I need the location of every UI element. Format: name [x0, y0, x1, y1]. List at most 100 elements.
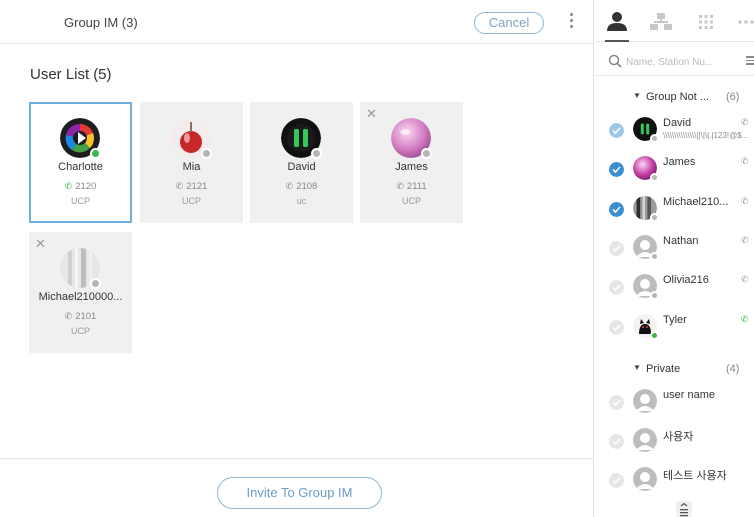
contact-name: David: [663, 117, 692, 129]
phone-icon[interactable]: ✆: [741, 156, 749, 167]
contact-name: user name: [663, 389, 715, 401]
contacts-panel: ▼ Group Not ... (6) David \\\\\\\\\\\\\\…: [595, 0, 754, 517]
user-card-ext-value: 2108: [296, 181, 318, 192]
close-icon[interactable]: ✕: [35, 237, 46, 250]
contacts-tabs: [595, 0, 754, 42]
user-card-mia[interactable]: Mia ✆ 2121 UCP: [140, 102, 243, 223]
user-card-ext: ✆ 2121: [140, 181, 243, 192]
contact-row-james[interactable]: James ✆: [595, 153, 754, 187]
contact-row-nathan[interactable]: Nathan ✆: [595, 232, 754, 266]
status-online-dot: [650, 331, 659, 340]
contact-row-olivia[interactable]: Olivia216 ✆: [595, 271, 754, 305]
contact-row-tyler[interactable]: Tyler ✆: [595, 311, 754, 345]
user-card-name: David: [287, 161, 316, 173]
phone-icon[interactable]: ✆: [741, 274, 749, 285]
user-card-type: UCP: [181, 196, 201, 206]
status-offline-dot: [311, 148, 322, 159]
user-card-james[interactable]: ✕ James ✆ 2111 UCP: [360, 102, 463, 223]
contact-row-david[interactable]: David \\\\\\\\\\\\\\\[|\|\|.|123!@$... ✆: [595, 114, 754, 148]
status-online-dot: [90, 148, 101, 159]
checkbox-unchecked[interactable]: [609, 395, 624, 410]
checkbox-unchecked[interactable]: [609, 434, 624, 449]
user-list-title: User List (5): [30, 66, 112, 83]
contact-name: Michael210...: [663, 196, 729, 208]
user-card-ext: ✆ 2111: [360, 181, 463, 192]
checkbox-unchecked[interactable]: [609, 320, 624, 335]
phone-icon[interactable]: ✆: [741, 117, 749, 128]
chevron-down-icon: ▼: [633, 363, 641, 372]
search-icon: [608, 54, 622, 68]
user-card-type: UCP: [401, 196, 421, 206]
checkbox-unchecked[interactable]: [609, 473, 624, 488]
search-input[interactable]: [626, 53, 730, 71]
chevron-down-icon: ▼: [633, 91, 641, 100]
user-card-michael[interactable]: ✕ Michael210000... ✆ 2101 UCP: [29, 232, 132, 353]
checkbox-checked-light[interactable]: [609, 123, 624, 138]
contacts-search: [595, 50, 754, 76]
grid-tab-icon: [699, 15, 713, 29]
user-tab-icon: [607, 12, 627, 31]
contact-row-michael[interactable]: Michael210... ✆: [595, 193, 754, 227]
phone-icon: ✆: [64, 181, 73, 191]
phone-icon: ✆: [396, 181, 404, 191]
org-tab-icon: [650, 13, 672, 30]
contact-name: Nathan: [663, 235, 699, 247]
contact-row-user-name[interactable]: user name: [595, 386, 754, 420]
cancel-button[interactable]: Cancel: [474, 12, 544, 34]
contact-name: Olivia216: [663, 274, 709, 286]
checkbox-unchecked[interactable]: [609, 241, 624, 256]
user-card-david[interactable]: David ✆ 2108 uc: [250, 102, 353, 223]
invite-to-group-im-button[interactable]: Invite To Group IM: [217, 477, 382, 509]
checkbox-checked[interactable]: [609, 162, 624, 177]
phone-icon[interactable]: ✆: [741, 235, 749, 246]
tab-organization[interactable]: [647, 9, 675, 35]
user-card-name: Mia: [182, 161, 201, 173]
more-tab-icon: [738, 20, 754, 24]
status-offline-dot: [650, 173, 659, 182]
checkbox-unchecked[interactable]: [609, 280, 624, 295]
contact-name: James: [663, 156, 696, 168]
user-card-type: UCP: [70, 196, 90, 206]
user-list-label: User List: [30, 66, 90, 83]
group-header-private[interactable]: ▼ Private (4): [595, 361, 754, 379]
avatar: [633, 467, 657, 491]
avatar: [633, 389, 657, 413]
contact-row-user-kr[interactable]: 사용자: [595, 425, 754, 459]
group-name: Private: [646, 363, 681, 375]
tab-grid[interactable]: [692, 9, 720, 35]
user-card-ext: ✆ 2108: [250, 181, 353, 192]
kebab-menu-icon[interactable]: [568, 13, 574, 31]
group-header-not-assigned[interactable]: ▼ Group Not ... (6): [595, 89, 754, 107]
close-icon[interactable]: ✕: [366, 107, 377, 120]
phone-icon[interactable]: ✆: [741, 314, 749, 325]
filter-icon[interactable]: [746, 56, 754, 66]
checkbox-checked[interactable]: [609, 202, 624, 217]
tab-more[interactable]: [735, 9, 754, 35]
user-card-name: James: [395, 161, 428, 173]
user-card-ext-value: 2111: [406, 181, 427, 192]
group-name: Group Not ...: [646, 91, 709, 103]
status-offline-dot: [650, 291, 659, 300]
phone-icon[interactable]: ✆: [741, 196, 749, 207]
phone-icon: ✆: [285, 181, 294, 191]
user-list-count: (5): [93, 66, 112, 83]
avatar: [633, 428, 657, 452]
user-card-ext-value: 2121: [186, 181, 208, 192]
user-card-ext: ✆ 2120: [31, 181, 130, 192]
user-card-name: Michael210000...: [38, 291, 123, 303]
status-offline-dot: [650, 252, 659, 261]
user-card-charlotte[interactable]: Charlotte ✆ 2120 UCP: [29, 102, 132, 223]
contact-row-test-user-kr[interactable]: 테스트 사용자: [595, 464, 754, 498]
user-card-ext-value: 2120: [75, 181, 97, 192]
group-count: (4): [726, 363, 740, 375]
group-im-header: Group IM (3) Cancel: [0, 0, 594, 44]
user-card-name: Charlotte: [58, 161, 103, 173]
status-offline-dot: [650, 134, 659, 143]
user-card-ext: ✆ 2101: [29, 311, 132, 322]
status-offline-dot: [201, 148, 212, 159]
group-im-footer: Invite To Group IM: [0, 458, 594, 517]
phone-icon: ✆: [175, 181, 184, 191]
status-offline-dot: [421, 148, 432, 159]
list-more-icon[interactable]: [676, 501, 692, 517]
tab-users[interactable]: [603, 9, 631, 42]
